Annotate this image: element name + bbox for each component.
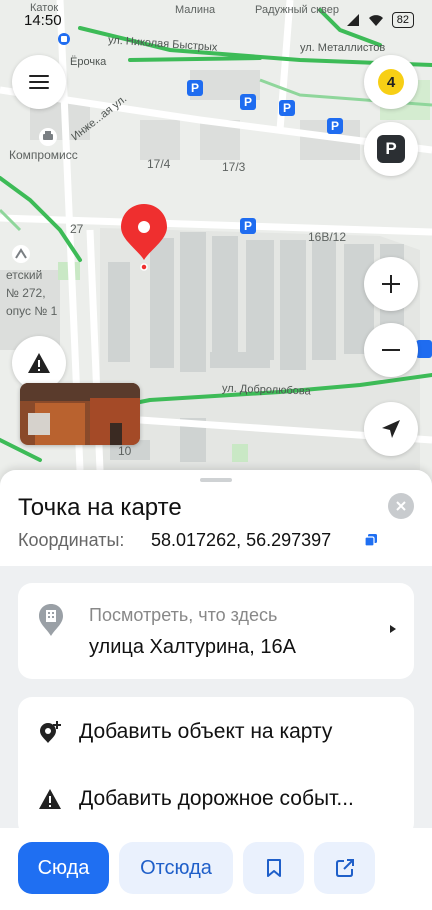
map-label-kompromiss: Компромисс	[9, 148, 78, 162]
plus-icon	[382, 275, 400, 293]
minus-icon	[382, 349, 400, 351]
action-bar: Сюда Отсюда	[0, 828, 432, 910]
my-location-button[interactable]	[364, 402, 418, 456]
house-number-17-4: 17/4	[147, 157, 171, 171]
menu-button[interactable]	[12, 55, 66, 109]
copy-icon[interactable]	[365, 534, 377, 546]
place-card-sheet: Точка на карте Координаты: 58.017262, 56…	[0, 470, 432, 910]
add-road-event-item[interactable]: Добавить дорожное событ...	[18, 768, 414, 830]
playground-icon[interactable]	[11, 244, 31, 264]
house-number-10: 10	[118, 444, 132, 458]
sheet-grab-handle[interactable]	[200, 478, 232, 482]
coordinates-value[interactable]: 58.017262, 56.297397	[151, 530, 331, 551]
share-icon	[335, 859, 354, 877]
battery-icon: 82	[391, 12, 414, 28]
parking-icon[interactable]: P	[279, 100, 295, 116]
chevron-right-icon	[390, 625, 396, 633]
coordinates-label: Координаты:	[18, 530, 125, 550]
map-label-detsky-3: опус № 1	[6, 304, 58, 318]
zoom-in-button[interactable]	[364, 257, 418, 311]
route-from-button[interactable]: Отсюда	[119, 842, 233, 894]
bookmark-icon	[266, 859, 281, 877]
photo-image	[20, 383, 140, 445]
whats-here-card[interactable]: Посмотреть, что здесь улица Халтурина, 1…	[18, 583, 414, 679]
parking-icon[interactable]: P	[240, 94, 256, 110]
map-label-detsky-2: № 272,	[6, 286, 46, 300]
bookmark-button[interactable]	[243, 842, 304, 894]
navigation-arrow-icon	[382, 420, 400, 438]
status-bar: 14:50 82	[0, 0, 432, 40]
warning-icon	[28, 353, 50, 373]
house-number-16v12: 16В/12	[308, 230, 347, 244]
parking-layer-button[interactable]: P	[364, 122, 418, 176]
close-icon	[396, 501, 406, 511]
close-button[interactable]	[388, 493, 414, 519]
traffic-level-badge: 4	[378, 69, 404, 95]
parking-icon[interactable]: P	[327, 118, 343, 134]
add-road-event-label: Добавить дорожное событ...	[79, 787, 354, 810]
traffic-level-button[interactable]: 4	[364, 55, 418, 109]
parking-icon: P	[377, 135, 405, 163]
place-photo-thumbnail[interactable]	[20, 383, 140, 445]
actions-card: Добавить объект на карту Добавить дорожн…	[18, 697, 414, 837]
printer-icon[interactable]	[39, 128, 57, 146]
house-number-27: 27	[70, 222, 84, 236]
parking-icon[interactable]: P	[187, 80, 203, 96]
hamburger-icon	[29, 75, 49, 89]
add-place-icon	[40, 721, 61, 743]
location-pin-icon[interactable]	[118, 202, 170, 272]
building-pin-icon	[39, 604, 63, 636]
house-number-17-3: 17/3	[222, 160, 246, 174]
route-here-button[interactable]: Сюда	[18, 842, 109, 894]
map-label-ostanovka: Ёрочка	[70, 56, 107, 68]
sheet-title: Точка на карте	[18, 494, 182, 521]
map-label-detsky-1: етский	[6, 268, 43, 282]
share-button[interactable]	[314, 842, 375, 894]
add-object-label: Добавить объект на карту	[79, 720, 333, 743]
parking-icon[interactable]	[416, 340, 432, 358]
map-view[interactable]: Каток Малина Радужный сквер ул. Николая …	[0, 0, 432, 500]
parking-icon[interactable]: P	[240, 218, 256, 234]
signal-icon	[346, 14, 359, 26]
status-time: 14:50	[24, 11, 62, 29]
whats-here-address: улица Халтурина, 16А	[89, 636, 296, 658]
wifi-icon	[368, 15, 383, 26]
road-events-button[interactable]	[12, 336, 66, 390]
street-metallistov: ул. Металлистов	[300, 42, 386, 54]
sheet-header: Точка на карте Координаты: 58.017262, 56…	[0, 470, 432, 566]
whats-here-title: Посмотреть, что здесь	[89, 605, 278, 625]
zoom-out-button[interactable]	[364, 323, 418, 377]
warning-icon	[39, 789, 61, 809]
add-object-item[interactable]: Добавить объект на карту	[18, 701, 414, 763]
